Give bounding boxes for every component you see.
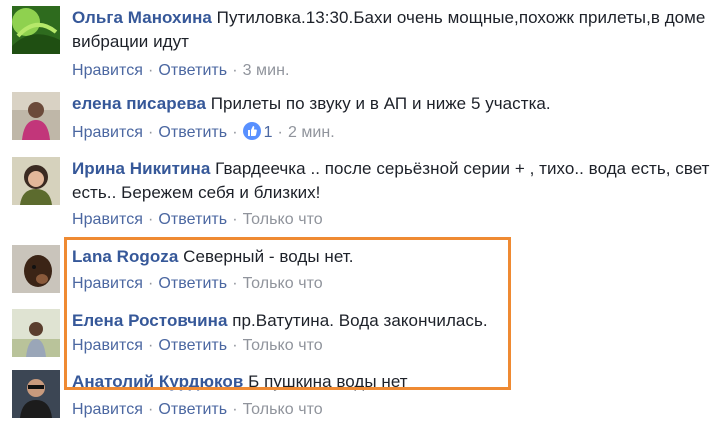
avatar[interactable] [12,245,60,293]
separator: · [232,211,238,228]
comment-text: Прилеты по звуку и в АП и ниже 5 участка… [210,94,551,113]
comment-timestamp[interactable]: Только что [243,211,323,228]
comment-body: Ольга Манохина Путиловка.13:30.Бахи очен… [72,6,722,83]
highlight-box [64,237,511,390]
like-link[interactable]: Нравится [72,401,143,418]
comment-actions: Нравится · Ответить · 3 мин. [72,59,722,83]
separator: · [148,62,154,79]
like-link[interactable]: Нравится [72,211,143,228]
comment-author[interactable]: Ольга Манохина [72,8,212,27]
separator: · [148,211,154,228]
comment-content: Ольга Манохина Путиловка.13:30.Бахи очен… [72,6,722,54]
comment-content: Ирина Никитина Гвардеечка .. после серьё… [72,157,722,205]
separator: · [232,124,238,141]
avatar[interactable] [12,370,60,418]
reaction-count[interactable]: 1 [261,124,273,141]
separator: · [148,401,154,418]
comment-body: Ирина Никитина Гвардеечка .. после серьё… [72,157,722,232]
comment-timestamp[interactable]: Только что [243,401,323,418]
comment-author[interactable]: елена писарева [72,94,206,113]
thumbs-up-icon[interactable] [242,122,261,140]
reply-link[interactable]: Ответить [158,401,227,418]
avatar[interactable] [12,309,60,357]
separator: · [148,124,154,141]
like-link[interactable]: Нравится [72,124,143,141]
avatar[interactable] [12,92,60,140]
comment-content: елена писарева Прилеты по звуку и в АП и… [72,92,722,116]
comment-timestamp[interactable]: 2 мин. [288,124,335,141]
separator: · [232,401,238,418]
avatar[interactable] [12,157,60,205]
comment-body: елена писарева Прилеты по звуку и в АП и… [72,92,722,145]
separator: · [277,124,283,141]
comment-actions: Нравится · Ответить · Только что [72,398,722,422]
reply-link[interactable]: Ответить [158,62,227,79]
comment-author[interactable]: Ирина Никитина [72,159,210,178]
comment-timestamp[interactable]: 3 мин. [243,62,290,79]
like-link[interactable]: Нравится [72,62,143,79]
reply-link[interactable]: Ответить [158,124,227,141]
separator: · [232,62,238,79]
reply-link[interactable]: Ответить [158,211,227,228]
comment-actions: Нравится · Ответить · Только что [72,208,722,232]
avatar[interactable] [12,6,60,54]
comment-actions: Нравится · Ответить · 1 · 2 мин. [72,121,722,145]
